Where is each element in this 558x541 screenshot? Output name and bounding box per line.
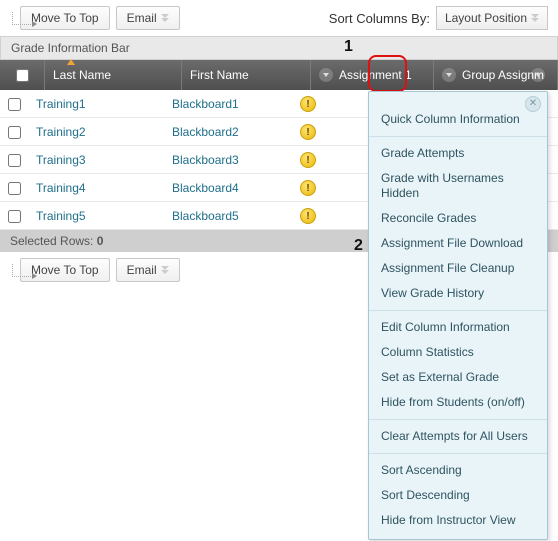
row-checkbox[interactable] (8, 154, 21, 167)
chevron-down-icon[interactable] (319, 68, 333, 82)
menu-item[interactable]: Quick Column Information (369, 98, 547, 132)
header-assignment1-label: Assignment 1 (339, 68, 412, 82)
top-toolbar: Move To Top Email Sort Columns By: Layou… (0, 0, 558, 36)
header-last-name[interactable]: Last Name (45, 60, 182, 90)
menu-item[interactable]: Reconcile Grades (369, 206, 547, 231)
column-context-menu: ✕ Quick Column Information Grade Attempts… (368, 91, 548, 540)
chevron-down-icon (161, 14, 169, 22)
menu-item[interactable]: Hide from Students (on/off) (369, 390, 547, 415)
menu-item[interactable]: Sort Descending (369, 483, 547, 508)
chevron-down-icon (161, 266, 169, 274)
table-header: Last Name First Name Assignment 1 Group … (0, 60, 558, 90)
cell-last-name[interactable]: Training4 (28, 181, 164, 195)
email-label: Email (127, 11, 157, 25)
sort-asc-icon (67, 59, 75, 65)
sort-columns-button[interactable]: Layout Position (436, 6, 548, 30)
grade-center: Move To Top Email Sort Columns By: Layou… (0, 0, 558, 288)
menu-separator (369, 453, 547, 454)
row-checkbox-cell (0, 95, 28, 114)
email-button[interactable]: Email (116, 6, 180, 30)
chevron-down-icon (531, 14, 539, 22)
selected-rows-count: 0 (97, 234, 104, 248)
needs-grading-icon: ! (300, 208, 316, 224)
cell-first-name[interactable]: Blackboard2 (164, 125, 292, 139)
header-first-name[interactable]: First Name (182, 60, 311, 90)
menu-item[interactable]: Assignment File Download (369, 231, 547, 256)
cell-last-name[interactable]: Training1 (28, 97, 164, 111)
sort-columns-label: Sort Columns By: (329, 11, 430, 26)
cell-first-name[interactable]: Blackboard3 (164, 153, 292, 167)
menu-item[interactable]: Hide from Instructor View (369, 508, 547, 533)
grade-info-bar: Grade Information Bar (0, 36, 558, 60)
chevron-down-icon[interactable] (442, 68, 456, 82)
header-assignment1[interactable]: Assignment 1 (311, 60, 434, 90)
header-check-all[interactable] (0, 60, 45, 90)
move-to-top-label: Move To Top (31, 11, 99, 25)
menu-item[interactable]: Column Statistics (369, 340, 547, 365)
menu-item[interactable]: Assignment File Cleanup (369, 256, 547, 281)
arrow-right-icon (12, 12, 33, 25)
row-checkbox[interactable] (8, 182, 21, 195)
needs-grading-icon: ! (300, 96, 316, 112)
move-to-top-label: Move To Top (31, 263, 99, 277)
menu-separator (369, 419, 547, 420)
row-checkbox-cell (0, 179, 28, 198)
close-icon[interactable]: ✕ (525, 96, 541, 112)
callout-1-label: 1 (344, 38, 353, 56)
menu-item[interactable]: Edit Column Information (369, 315, 547, 340)
cell-last-name[interactable]: Training3 (28, 153, 164, 167)
menu-item[interactable]: Grade Attempts (369, 141, 547, 166)
menu-item[interactable]: Grade with Usernames Hidden (369, 166, 547, 206)
cell-last-name[interactable]: Training2 (28, 125, 164, 139)
menu-item[interactable]: Sort Ascending (369, 458, 547, 483)
row-checkbox[interactable] (8, 126, 21, 139)
cell-last-name[interactable]: Training5 (28, 209, 164, 223)
menu-item[interactable]: View Grade History (369, 281, 547, 306)
row-checkbox-cell (0, 151, 28, 170)
callout-2-label: 2 (354, 237, 363, 255)
header-group-assignment[interactable]: Group Assignm (434, 60, 558, 90)
chevron-down-icon[interactable] (531, 68, 545, 82)
needs-grading-icon: ! (300, 180, 316, 196)
cell-first-name[interactable]: Blackboard1 (164, 97, 292, 111)
needs-grading-icon: ! (300, 124, 316, 140)
row-checkbox-cell (0, 207, 28, 226)
header-first-name-label: First Name (190, 68, 249, 82)
needs-grading-icon: ! (300, 152, 316, 168)
email-label: Email (127, 263, 157, 277)
selected-rows-label: Selected Rows: (10, 234, 93, 248)
menu-item[interactable]: Set as External Grade (369, 365, 547, 390)
menu-item[interactable]: Clear Attempts for All Users (369, 424, 547, 449)
email-button-bottom[interactable]: Email (116, 258, 180, 282)
menu-separator (369, 310, 547, 311)
header-last-name-label: Last Name (53, 68, 111, 82)
row-checkbox[interactable] (8, 98, 21, 111)
cell-first-name[interactable]: Blackboard5 (164, 209, 292, 223)
row-checkbox[interactable] (8, 210, 21, 223)
check-all-checkbox[interactable] (16, 69, 29, 82)
sort-columns-value: Layout Position (445, 11, 527, 25)
arrow-right-icon (12, 264, 33, 277)
cell-first-name[interactable]: Blackboard4 (164, 181, 292, 195)
row-checkbox-cell (0, 123, 28, 142)
menu-separator (369, 136, 547, 137)
